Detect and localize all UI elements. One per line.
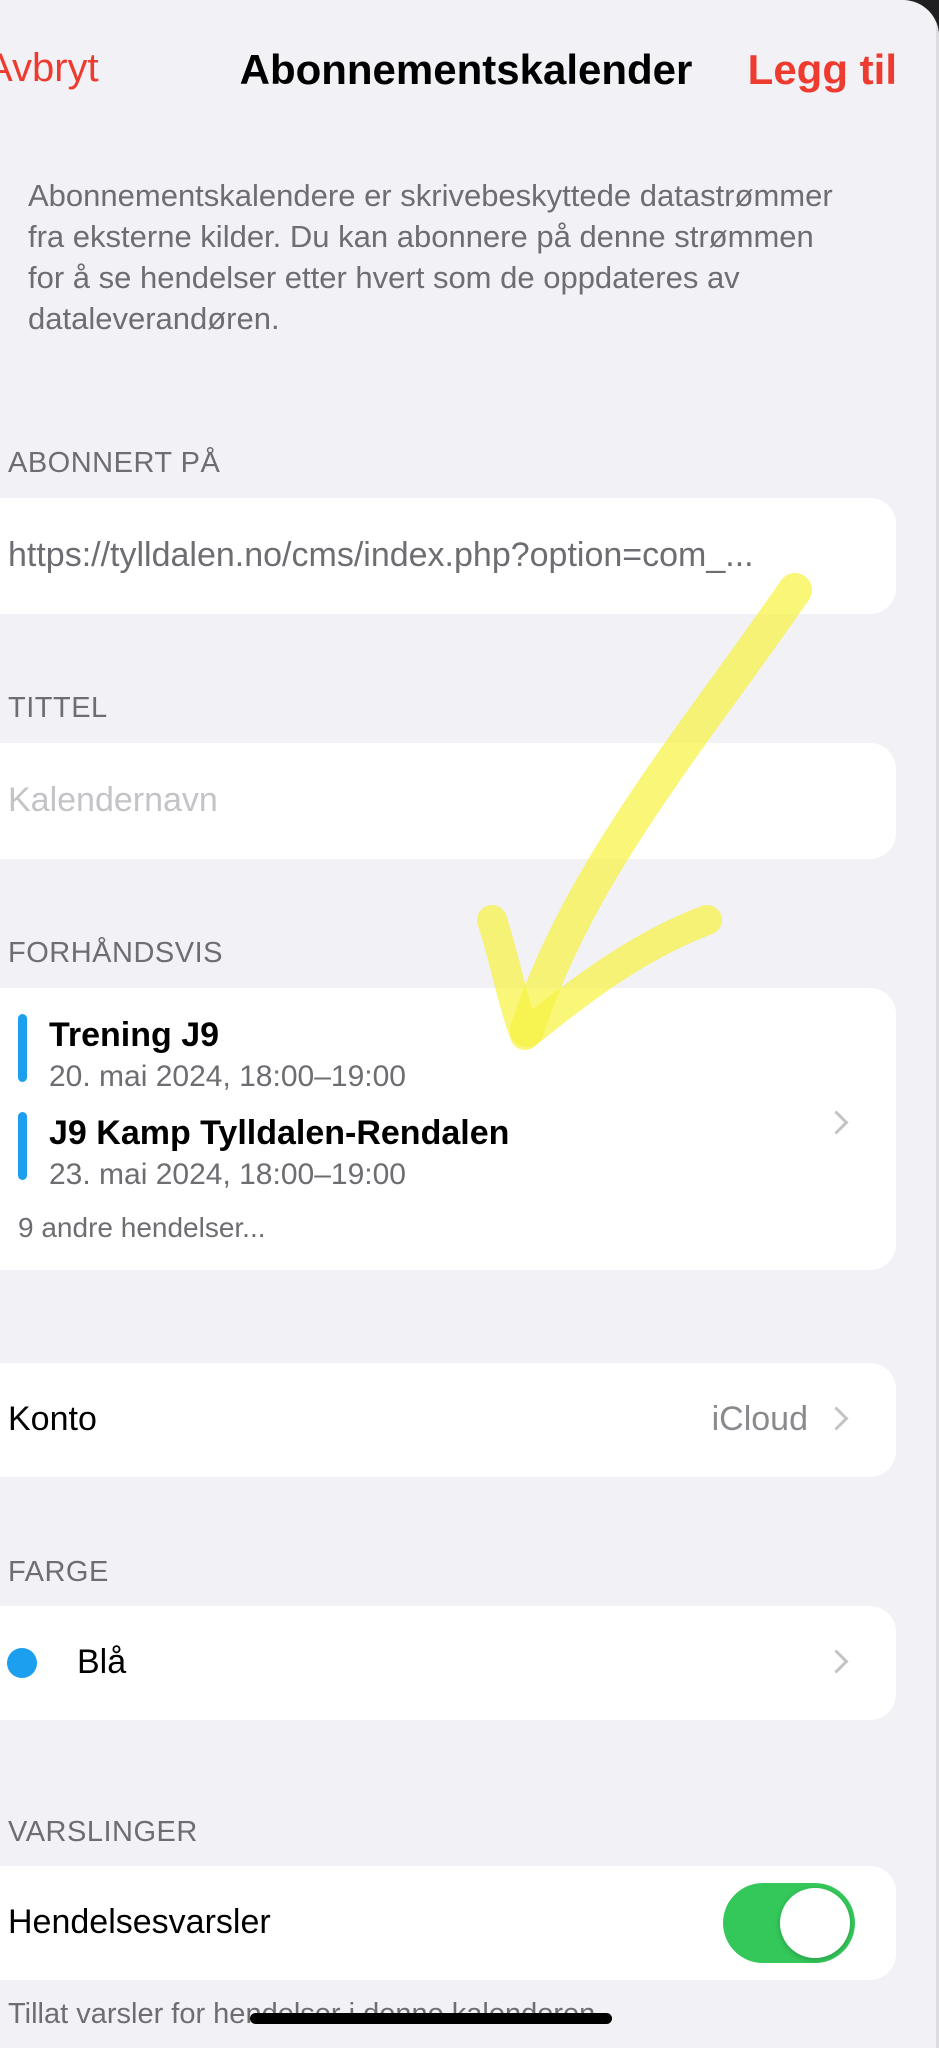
highlight-arrow-annotation	[477, 573, 812, 1050]
home-indicator	[250, 2013, 612, 2024]
subscription-sheet: Avbryt Abonnementskalender Legg til Abon…	[0, 0, 939, 2048]
